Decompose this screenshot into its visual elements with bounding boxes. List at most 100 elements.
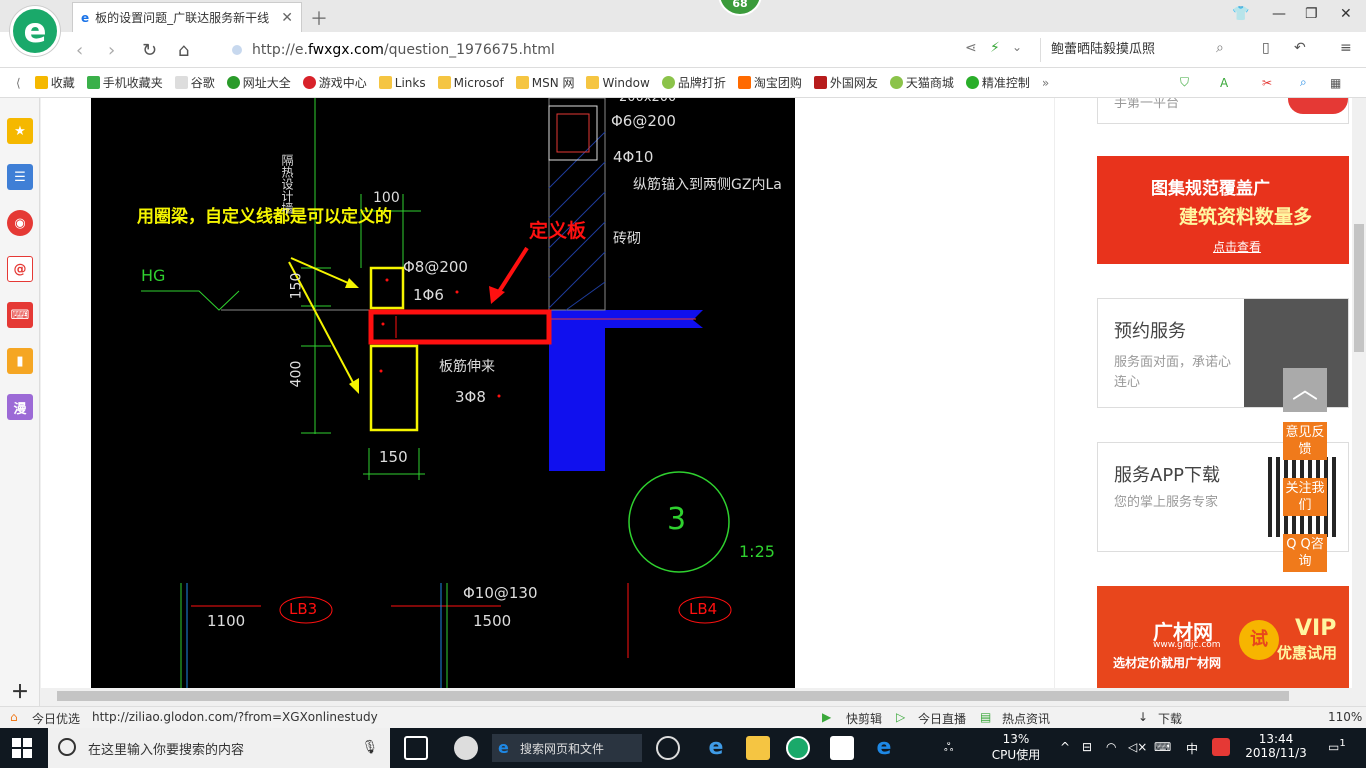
mail-icon[interactable]: @ xyxy=(7,256,33,282)
microphone-icon[interactable]: 🎙 xyxy=(361,740,378,755)
shirt-icon[interactable]: 👕 xyxy=(1232,6,1249,22)
horizontal-scroll-thumb[interactable] xyxy=(57,691,1289,701)
share-icon[interactable]: ⋖ xyxy=(965,40,977,56)
bookmark-item[interactable]: Window xyxy=(586,76,650,90)
sidebar-toggle-icon[interactable]: ⟨ xyxy=(16,76,21,90)
bookmark-item[interactable]: 天猫商城 xyxy=(889,74,954,91)
ad-banner-atlas[interactable]: 图集规范覆盖广 建筑资料数量多 点击查看 xyxy=(1097,156,1349,264)
restore-button[interactable]: ❐ xyxy=(1305,6,1318,22)
browser-360-icon[interactable] xyxy=(656,736,680,760)
notification-badge[interactable]: 68 xyxy=(718,0,762,16)
bookmark-label: 天猫商城 xyxy=(905,76,954,90)
new-tab-button[interactable]: ＋ xyxy=(310,5,328,31)
phone-icon[interactable]: ▯ xyxy=(1262,40,1270,56)
feedback-button[interactable]: 意见反馈 xyxy=(1283,422,1327,460)
favorites-icon[interactable]: ★ xyxy=(7,118,33,144)
home-icon[interactable]: ⌂ xyxy=(178,40,189,61)
bookmark-item[interactable]: 网址大全 xyxy=(226,74,291,91)
lightning-icon[interactable]: ⚡ xyxy=(990,40,1000,56)
tab-close-icon[interactable]: ✕ xyxy=(281,10,293,26)
undo-icon[interactable]: ↶ xyxy=(1294,40,1306,56)
book-icon[interactable]: ▮ xyxy=(7,348,33,374)
menu-icon[interactable]: ≡ xyxy=(1340,40,1352,56)
people-icon[interactable]: ஃ xyxy=(944,740,953,756)
ad-banner-gldjc[interactable]: 广材网 www.gldjc.com 选材定价就用广材网 试 VIP 优惠试用 xyxy=(1097,586,1349,688)
search-icon[interactable]: ⌕ xyxy=(1300,75,1307,90)
browser-active-icon[interactable] xyxy=(786,736,810,760)
ie-icon[interactable]: e xyxy=(704,736,728,760)
horizontal-scrollbar[interactable] xyxy=(41,688,1352,704)
bookmark-item[interactable]: Microsof xyxy=(437,76,504,90)
browser-logo-icon[interactable]: e xyxy=(10,6,60,56)
task-view-icon[interactable] xyxy=(404,736,428,760)
forward-icon[interactable]: › xyxy=(108,40,115,61)
shield-icon[interactable]: ⛉ xyxy=(1180,75,1189,90)
more-bookmarks-icon[interactable]: » xyxy=(1042,76,1049,90)
follow-us-button[interactable]: 关注我们 xyxy=(1283,478,1327,516)
bookmark-item[interactable]: 游戏中心 xyxy=(302,74,367,91)
add-icon[interactable]: ＋ xyxy=(7,678,33,704)
bookmark-item[interactable]: 品牌打折 xyxy=(661,74,726,91)
bookmark-item[interactable]: 手机收藏夹 xyxy=(86,74,163,91)
taskbar-search-input[interactable]: 在这里输入你要搜索的内容 🎙 xyxy=(48,728,390,768)
sogou-ime-icon[interactable] xyxy=(1212,738,1230,756)
gamepad-icon[interactable]: ⌨ xyxy=(7,302,33,328)
chevron-down-icon[interactable]: ⌄ xyxy=(1012,40,1022,54)
grid-icon[interactable]: ▦ xyxy=(1330,76,1341,90)
network-icon[interactable]: ⊟ xyxy=(1082,740,1092,754)
edge-app-icon[interactable]: e xyxy=(872,736,896,760)
dim-400: 400 xyxy=(288,360,305,388)
pinwheel-icon[interactable] xyxy=(454,736,478,760)
vertical-scrollbar[interactable] xyxy=(1352,98,1366,688)
bookmark-label: 手机收藏夹 xyxy=(102,76,163,90)
back-icon[interactable]: ‹ xyxy=(76,40,83,61)
bookmark-item[interactable]: 外国网友 xyxy=(813,74,878,91)
translate-icon[interactable]: A xyxy=(1220,76,1228,90)
partial-card[interactable]: 手第一平台 xyxy=(1097,98,1349,124)
bookmark-item[interactable]: 淘宝团购 xyxy=(737,74,802,91)
folder-icon xyxy=(437,76,451,89)
today-picks[interactable]: 今日优选 xyxy=(32,710,80,727)
windows-start-icon[interactable] xyxy=(12,738,32,758)
notification-center-icon[interactable]: ▭1 xyxy=(1328,738,1346,754)
tray-chevron-icon[interactable]: ^ xyxy=(1060,740,1070,754)
back-to-top-button[interactable]: ︿ xyxy=(1283,368,1327,412)
refresh-icon[interactable]: ↻ xyxy=(142,40,157,61)
search-icon[interactable]: ⌕ xyxy=(1216,40,1224,56)
tab-active[interactable]: e 板的设置问题_广联达服务新干线 ✕ xyxy=(72,2,302,32)
news-button[interactable]: 热点资讯 xyxy=(1002,710,1050,727)
keyboard-icon[interactable]: ⌨ xyxy=(1154,740,1171,754)
anchor-note: 纵筋锚入到两侧GZ内La xyxy=(633,177,782,193)
bookmark-item[interactable]: 收藏 xyxy=(34,74,75,91)
ad1-button[interactable]: 点击查看 xyxy=(1213,238,1261,255)
clip-button[interactable]: 快剪辑 xyxy=(846,710,882,727)
vertical-scroll-thumb[interactable] xyxy=(1354,224,1364,352)
zoom-level[interactable]: 110% xyxy=(1328,710,1362,724)
scissors-icon[interactable]: ✂ xyxy=(1262,76,1272,90)
bookmark-item[interactable]: MSN 网 xyxy=(515,74,574,91)
volume-muted-icon[interactable]: ◁× xyxy=(1128,740,1147,754)
wifi-icon[interactable]: ◠ xyxy=(1106,740,1116,754)
bookmark-item[interactable]: 精准控制 xyxy=(965,74,1030,91)
url-input[interactable]: http://e. fwxgx.com/question_1976675.html xyxy=(232,38,1032,62)
comic-icon[interactable]: 漫 xyxy=(7,394,33,420)
live-button[interactable]: 今日直播 xyxy=(918,710,966,727)
minimize-button[interactable]: — xyxy=(1272,6,1286,22)
file-explorer-icon[interactable] xyxy=(746,736,770,760)
list-icon[interactable]: ☰ xyxy=(7,164,33,190)
search-input[interactable]: 鲍蕾晒陆毅摸瓜照 xyxy=(1040,38,1240,62)
weibo-icon[interactable]: ◉ xyxy=(7,210,33,236)
ad2-slogan: 选材定价就用广材网 xyxy=(1113,656,1222,670)
ime-indicator[interactable]: 中 xyxy=(1186,740,1198,757)
news-icon: ▤ xyxy=(980,710,992,724)
bookmark-item[interactable]: 谷歌 xyxy=(174,74,215,91)
bookmark-item[interactable]: Links xyxy=(378,76,426,90)
bookmark-label: 外国网友 xyxy=(829,76,878,90)
phone-icon xyxy=(86,76,100,89)
clock[interactable]: 13:44 2018/11/3 xyxy=(1236,732,1316,760)
web-search-box[interactable]: e 搜索网页和文件 xyxy=(492,734,642,762)
download-button[interactable]: 下载 xyxy=(1158,710,1182,727)
qq-consult-button[interactable]: Q Q咨询 xyxy=(1283,534,1327,572)
mail-app-icon[interactable] xyxy=(830,736,854,760)
close-button[interactable]: ✕ xyxy=(1340,6,1352,22)
